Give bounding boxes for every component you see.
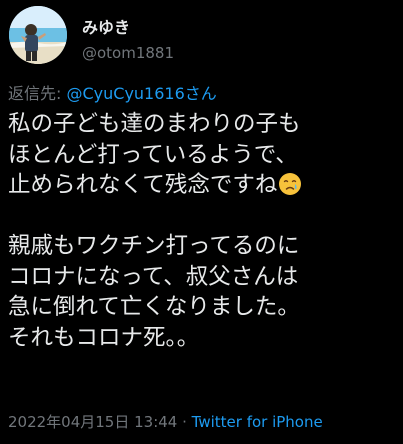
source-label[interactable]: Twitter for iPhone bbox=[192, 413, 323, 431]
tweet-line: ほとんど打っているようで、 bbox=[8, 141, 298, 168]
tweet-line: 急に倒れて亡くなりました。 bbox=[8, 294, 300, 320]
tweet-line: 私の子ども達のまわりの子も bbox=[8, 111, 301, 137]
author-name[interactable]: みゆき bbox=[82, 14, 130, 38]
reply-prefix: 返信先: bbox=[8, 84, 67, 103]
tweet: みゆき @otom1881 返信先: @CyuCyu1616さん 私の子ども達の… bbox=[0, 0, 403, 444]
reply-to: 返信先: @CyuCyu1616さん bbox=[8, 80, 217, 104]
tweet-meta: 2022年04月15日 13:44 · Twitter for iPhone bbox=[8, 411, 323, 432]
tweet-line: 親戚もワクチン打ってるのに bbox=[8, 233, 300, 259]
avatar[interactable] bbox=[9, 6, 67, 64]
tweet-line: コロナになって、叔父さんは bbox=[8, 263, 299, 290]
author-handle[interactable]: @otom1881 bbox=[82, 44, 174, 62]
timestamp-link[interactable]: 2022年04月15日 13:44 bbox=[8, 413, 177, 431]
tweet-line: 止められなくて残念ですね bbox=[8, 172, 278, 198]
crying-face-icon bbox=[278, 172, 302, 196]
tweet-text: 私の子ども達のまわりの子も ほとんど打っているようで、 止められなくて残念ですね… bbox=[8, 109, 400, 353]
tweet-line: それもコロナ死。。 bbox=[8, 324, 200, 351]
reply-mention-link[interactable]: @CyuCyu1616さん bbox=[66, 84, 216, 103]
meta-separator: · bbox=[177, 413, 192, 431]
avatar-photo-icon bbox=[9, 6, 67, 64]
